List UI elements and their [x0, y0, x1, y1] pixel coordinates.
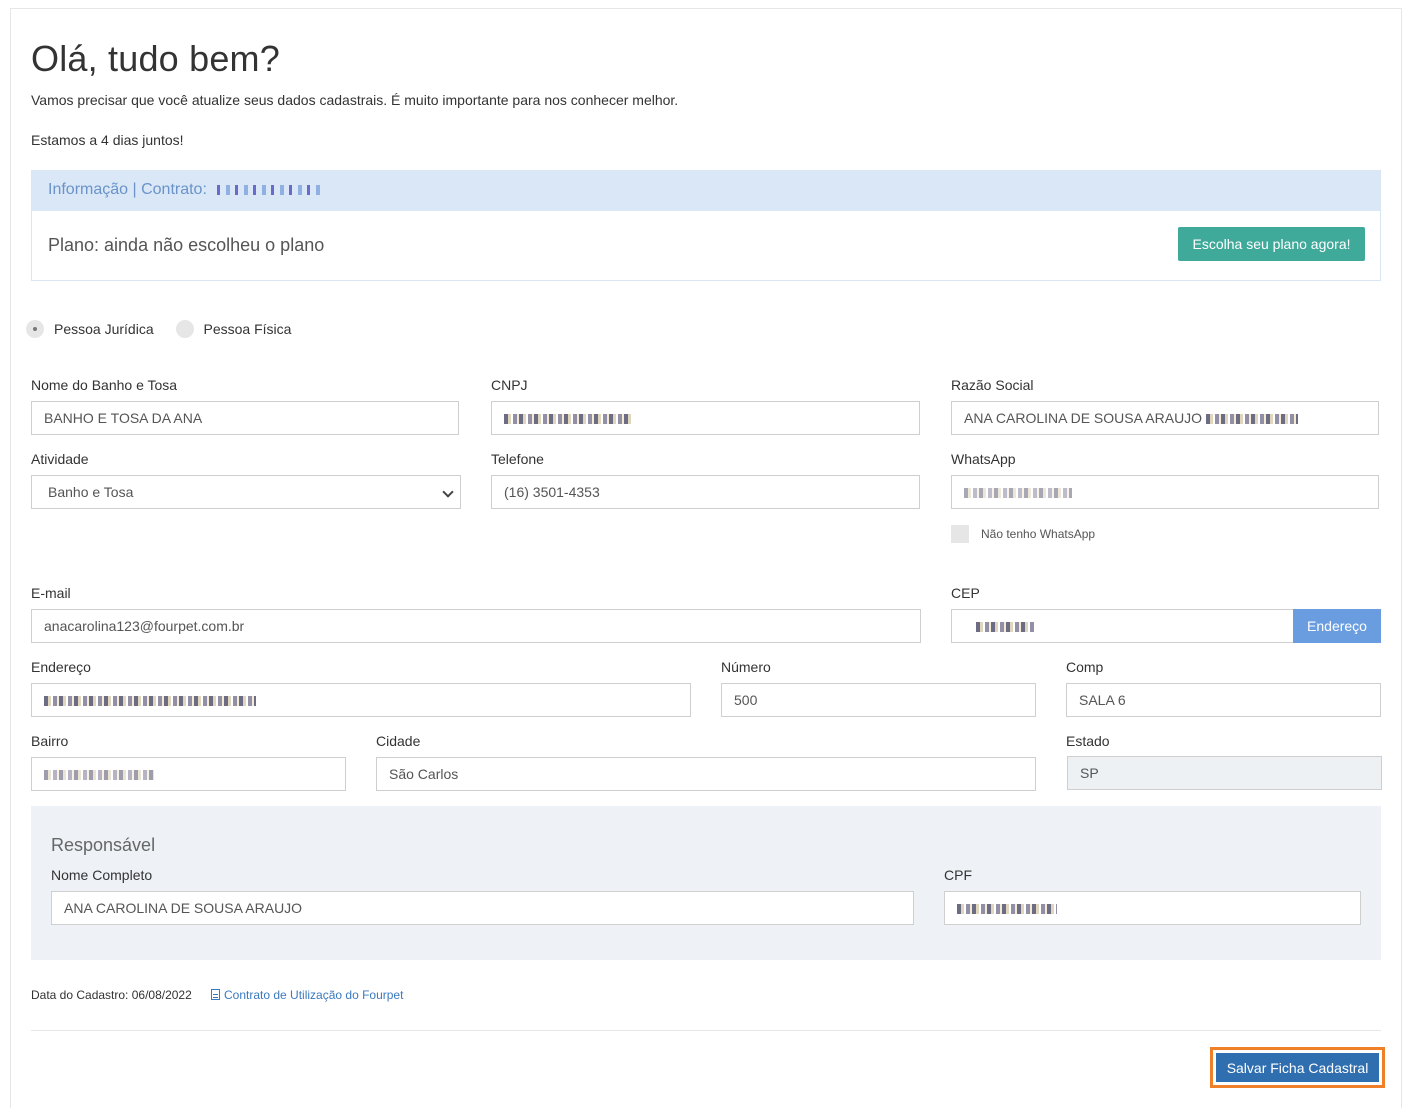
- numero-input[interactable]: 500: [721, 683, 1036, 717]
- telefone-input[interactable]: (16) 3501-4353: [491, 475, 920, 509]
- document-icon: [211, 989, 220, 1000]
- info-panel-header: Informação | Contrato:: [32, 171, 1380, 211]
- divider: [31, 1030, 1381, 1031]
- endereco-label: Endereço: [31, 659, 91, 675]
- search-address-button[interactable]: Endereço: [1293, 609, 1381, 643]
- page-title: Olá, tudo bem?: [31, 38, 280, 79]
- radio-pessoa-juridica[interactable]: [26, 320, 44, 339]
- no-whatsapp-checkbox[interactable]: [951, 525, 969, 543]
- nome-input[interactable]: BANHO E TOSA DA ANA: [31, 401, 459, 435]
- info-title: Informação | Contrato:: [48, 181, 207, 198]
- person-type-group: Pessoa Jurídica Pessoa Física: [26, 320, 309, 339]
- cpf-redacted: [957, 904, 1057, 915]
- whatsapp-redacted: [964, 488, 1072, 499]
- email-input[interactable]: anacarolina123@fourpet.com.br: [31, 609, 921, 643]
- responsavel-nome-input[interactable]: ANA CAROLINA DE SOUSA ARAUJO: [51, 891, 914, 925]
- atividade-label: Atividade: [31, 451, 89, 467]
- cnpj-label: CNPJ: [491, 377, 528, 393]
- registration-date: Data do Cadastro: 06/08/2022: [31, 988, 192, 1002]
- cnpj-redacted: [504, 414, 632, 425]
- responsavel-nome-label: Nome Completo: [51, 867, 153, 883]
- atividade-value: Banho e Tosa: [48, 484, 134, 500]
- comp-input[interactable]: SALA 6: [1066, 683, 1381, 717]
- cep-label: CEP: [951, 585, 980, 601]
- razao-social-value: ANA CAROLINA DE SOUSA ARAUJO: [964, 410, 1203, 426]
- save-button-highlight: Salvar Ficha Cadastral: [1210, 1047, 1385, 1088]
- contract-link-label: Contrato de Utilização do Fourpet: [224, 988, 404, 1002]
- responsavel-title: Responsável: [51, 835, 156, 855]
- telefone-label: Telefone: [491, 451, 544, 467]
- contract-number-redacted: [217, 184, 326, 195]
- comp-label: Comp: [1066, 659, 1104, 675]
- cidade-input[interactable]: São Carlos: [376, 757, 1036, 791]
- bairro-label: Bairro: [31, 733, 69, 749]
- radio-label-pessoa-juridica: Pessoa Jurídica: [54, 321, 154, 338]
- plan-text: Plano: ainda não escolheu o plano: [48, 235, 325, 255]
- razao-social-label: Razão Social: [951, 377, 1034, 393]
- days-together-text: Estamos a 4 dias juntos!: [31, 132, 184, 148]
- cep-input[interactable]: [951, 609, 1294, 643]
- radio-label-pessoa-fisica: Pessoa Física: [203, 321, 292, 338]
- cidade-label: Cidade: [376, 733, 421, 749]
- radio-pessoa-fisica[interactable]: [175, 320, 194, 339]
- contract-link[interactable]: Contrato de Utilização do Fourpet: [211, 988, 403, 1002]
- cep-redacted: [976, 622, 1034, 633]
- nome-label: Nome do Banho e Tosa: [31, 377, 178, 393]
- whatsapp-label: WhatsApp: [951, 451, 1016, 467]
- responsavel-panel: Responsável Nome Completo ANA CAROLINA D…: [31, 806, 1381, 960]
- atividade-select[interactable]: Banho e Tosa: [31, 475, 461, 509]
- no-whatsapp-label: Não tenho WhatsApp: [981, 527, 1096, 541]
- endereco-input[interactable]: [31, 683, 691, 717]
- choose-plan-button[interactable]: Escolha seu plano agora!: [1178, 227, 1365, 261]
- estado-label: Estado: [1066, 733, 1110, 749]
- numero-label: Número: [721, 659, 771, 675]
- chevron-down-icon: [442, 486, 454, 498]
- cnpj-input[interactable]: [491, 401, 920, 435]
- bairro-input[interactable]: [31, 757, 346, 791]
- razao-social-redacted: [1205, 414, 1298, 425]
- info-panel: Informação | Contrato: Plano: ainda não …: [31, 170, 1381, 281]
- razao-social-input[interactable]: ANA CAROLINA DE SOUSA ARAUJO: [951, 401, 1379, 435]
- endereco-redacted: [44, 696, 256, 707]
- bairro-redacted: [44, 770, 154, 781]
- save-button[interactable]: Salvar Ficha Cadastral: [1216, 1053, 1379, 1082]
- whatsapp-input[interactable]: [951, 475, 1379, 509]
- cpf-label: CPF: [944, 867, 972, 883]
- intro-text: Vamos precisar que você atualize seus da…: [31, 92, 679, 108]
- email-label: E-mail: [31, 585, 71, 601]
- cpf-input[interactable]: [944, 891, 1361, 925]
- estado-input: SP: [1067, 756, 1382, 790]
